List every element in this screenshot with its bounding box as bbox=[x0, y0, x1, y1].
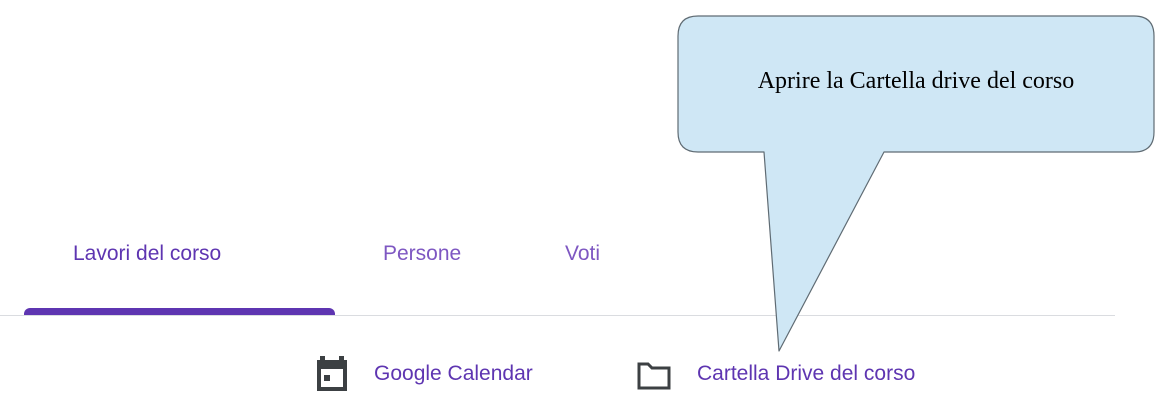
drive-folder-label: Cartella Drive del corso bbox=[697, 362, 916, 385]
drive-folder-link[interactable]: Cartella Drive del corso bbox=[637, 356, 915, 392]
callout-annotation: Aprire la Cartella drive del corso bbox=[0, 0, 1157, 408]
calendar-icon bbox=[315, 356, 349, 392]
google-calendar-link[interactable]: Google Calendar bbox=[315, 356, 533, 392]
google-calendar-label: Google Calendar bbox=[374, 362, 533, 385]
tab-voti[interactable]: Voti bbox=[565, 242, 600, 266]
tab-persone[interactable]: Persone bbox=[383, 242, 461, 266]
callout-text: Aprire la Cartella drive del corso bbox=[757, 68, 1075, 94]
tab-lavori-del-corso[interactable]: Lavori del corso bbox=[73, 242, 221, 266]
tab-bar-divider bbox=[0, 315, 1115, 316]
course-tab-bar: Lavori del corso Persone Voti bbox=[0, 220, 1115, 318]
folder-icon bbox=[637, 356, 671, 392]
